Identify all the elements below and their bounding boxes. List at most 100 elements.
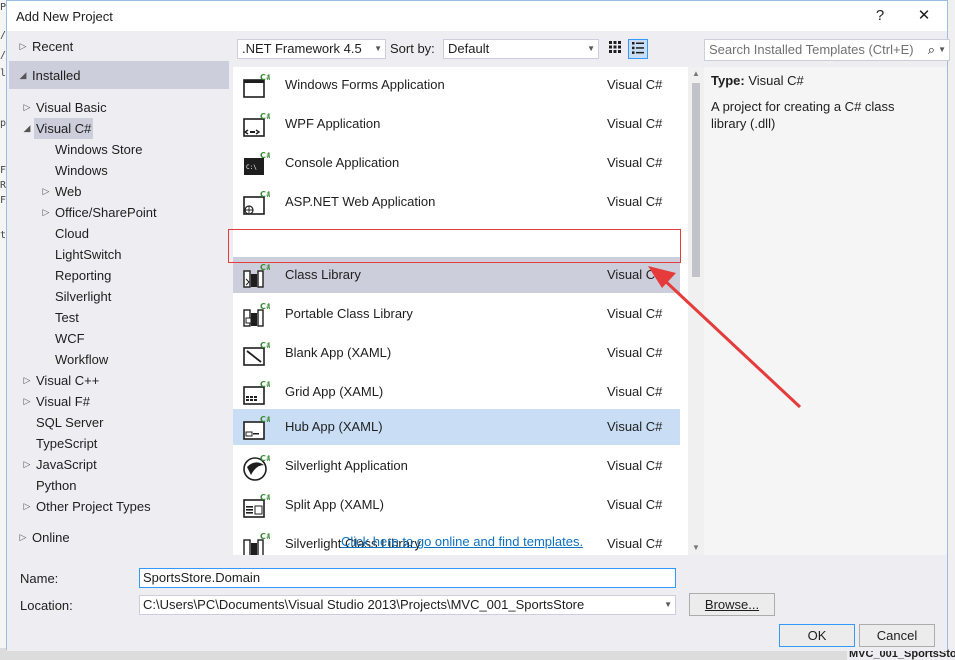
template-language: Visual C# <box>607 306 663 321</box>
template-row[interactable]: C# Windows Forms Application Visual C# <box>233 67 680 103</box>
tree-item-wcf[interactable]: WCF <box>55 328 85 349</box>
template-language: Visual C# <box>607 155 663 170</box>
name-label: Name: <box>20 571 59 586</box>
svg-text:C#: C# <box>260 151 270 160</box>
close-icon[interactable]: ✕ <box>909 4 939 28</box>
scroll-up-icon[interactable]: ▲ <box>688 67 704 81</box>
tree-item-web[interactable]: Web <box>55 181 82 202</box>
expand-arrow-icon[interactable]: ▷ <box>22 459 32 470</box>
template-language: Visual C# <box>607 536 663 551</box>
svg-text:C#: C# <box>260 190 270 199</box>
tree-item-installed[interactable]: Installed <box>32 65 80 86</box>
expand-arrow-icon[interactable]: ▷ <box>18 532 28 543</box>
template-row[interactable]: C# Blank App (XAML) Visual C# <box>233 335 680 371</box>
details-type-label: Type: <box>711 73 745 88</box>
template-name: Grid App (XAML) <box>285 384 384 399</box>
sort-select[interactable]: Default ▼ <box>443 39 599 59</box>
details-type-line: Type: Visual C# <box>711 73 804 88</box>
expand-arrow-icon[interactable]: ▷ <box>22 501 32 512</box>
project-name-input[interactable]: SportsStore.Domain <box>139 568 676 588</box>
small-icons-view-icon[interactable] <box>605 39 625 59</box>
template-row[interactable]: C:\C# Console Application Visual C# <box>233 145 680 181</box>
tree-item-typescript[interactable]: TypeScript <box>36 433 97 454</box>
tree-item-other-project-types[interactable]: Other Project Types <box>36 496 151 517</box>
svg-text:C#: C# <box>260 341 270 350</box>
tree-item-test[interactable]: Test <box>55 307 79 328</box>
cancel-button[interactable]: Cancel <box>859 624 935 647</box>
template-row[interactable]: C# Grid App (XAML) Visual C# <box>233 374 680 410</box>
browse-label: Browse... <box>704 597 760 612</box>
ok-button[interactable]: OK <box>779 624 855 647</box>
template-name: Silverlight Application <box>285 458 408 473</box>
tree-item-javascript[interactable]: JavaScript <box>36 454 97 475</box>
template-language: Visual C# <box>607 458 663 473</box>
expand-arrow-icon[interactable]: ▷ <box>41 207 51 218</box>
framework-select[interactable]: .NET Framework 4.5 ▼ <box>237 39 386 59</box>
template-language: Visual C# <box>607 384 663 399</box>
expand-arrow-icon[interactable]: ▷ <box>41 186 51 197</box>
chevron-down-icon: ▼ <box>664 596 672 614</box>
expand-arrow-icon[interactable]: ▷ <box>22 396 32 407</box>
split-app-icon: C# <box>243 493 270 518</box>
tree-item-python[interactable]: Python <box>36 475 76 496</box>
background-right-strip <box>947 0 955 660</box>
scroll-down-icon[interactable]: ▼ <box>688 541 704 555</box>
add-new-project-dialog: Add New Project ? ✕ ▷ Recent ◢ Installed… <box>6 0 950 651</box>
template-name: Windows Forms Application <box>285 77 445 92</box>
tree-item-workflow[interactable]: Workflow <box>55 349 108 370</box>
search-icon[interactable]: ⌕ <box>928 40 935 60</box>
tree-item-visual-csharp[interactable]: Visual C# <box>34 118 94 139</box>
expand-arrow-icon[interactable]: ▷ <box>22 102 32 113</box>
search-templates-input[interactable]: Search Installed Templates (Ctrl+E) ⌕ ▼ <box>704 39 950 61</box>
list-view-icon[interactable] <box>628 39 648 59</box>
svg-text:C:\: C:\ <box>246 164 257 171</box>
browse-button[interactable]: Browse... <box>689 593 775 616</box>
location-value: C:\Users\PC\Documents\Visual Studio 2013… <box>143 597 585 612</box>
tree-item-silverlight[interactable]: Silverlight <box>55 286 111 307</box>
web-app-icon: C# <box>243 190 270 215</box>
template-row[interactable]: C# ASP.NET Web Application Visual C# <box>233 184 680 220</box>
tree-item-office-sharepoint[interactable]: Office/SharePoint <box>55 202 157 223</box>
template-language: Visual C# <box>607 419 663 434</box>
template-language: Visual C# <box>607 194 663 209</box>
details-description: A project for creating a C# class librar… <box>711 99 895 131</box>
expand-arrow-icon[interactable]: ▷ <box>18 41 28 52</box>
collapse-arrow-icon[interactable]: ◢ <box>22 123 32 134</box>
template-row[interactable]: C# Split App (XAML) Visual C# <box>233 487 680 523</box>
dialog-title: Add New Project <box>16 9 113 24</box>
location-select[interactable]: C:\Users\PC\Documents\Visual Studio 2013… <box>139 595 676 615</box>
svg-text:C#: C# <box>260 493 270 502</box>
tree-item-windows-store[interactable]: Windows Store <box>55 139 142 160</box>
help-icon[interactable]: ? <box>865 4 895 28</box>
location-label: Location: <box>20 598 73 613</box>
template-row[interactable]: C# WPF Application Visual C# <box>233 106 680 142</box>
find-online-templates-link[interactable]: Click here to go online and find templat… <box>341 534 583 549</box>
tree-item-cloud[interactable]: Cloud <box>55 223 89 244</box>
silverlight-library-icon: C# <box>243 532 270 555</box>
svg-text:C#: C# <box>260 454 270 463</box>
chevron-down-icon[interactable]: ▼ <box>938 40 946 60</box>
sort-by-label: Sort by: <box>390 41 435 56</box>
template-row-hovered[interactable]: C# Hub App (XAML) Visual C# <box>233 409 680 445</box>
collapse-arrow-icon[interactable]: ◢ <box>18 70 28 81</box>
tree-item-visual-fsharp[interactable]: Visual F# <box>36 391 90 412</box>
scroll-thumb[interactable] <box>692 83 700 277</box>
template-list-scrollbar[interactable]: ▲ ▼ <box>688 67 704 555</box>
template-name: Portable Class Library <box>285 306 413 321</box>
tree-item-lightswitch[interactable]: LightSwitch <box>55 244 121 265</box>
svg-text:C#: C# <box>260 380 270 389</box>
sort-value: Default <box>448 41 490 56</box>
template-row[interactable]: C# Portable Class Library Visual C# <box>233 296 680 332</box>
details-type-value: Visual C# <box>748 73 804 88</box>
template-language: Visual C# <box>607 116 663 131</box>
tree-item-sql-server[interactable]: SQL Server <box>36 412 103 433</box>
tree-item-online[interactable]: Online <box>32 527 70 548</box>
template-row[interactable]: C# Silverlight Application Visual C# <box>233 448 680 484</box>
tree-item-visual-cpp[interactable]: Visual C++ <box>36 370 99 391</box>
tree-item-reporting[interactable]: Reporting <box>55 265 111 286</box>
expand-arrow-icon[interactable]: ▷ <box>22 375 32 386</box>
tree-item-recent[interactable]: Recent <box>32 36 73 57</box>
tree-item-windows[interactable]: Windows <box>55 160 108 181</box>
svg-text:C#: C# <box>260 112 270 121</box>
tree-item-visual-basic[interactable]: Visual Basic <box>36 97 107 118</box>
